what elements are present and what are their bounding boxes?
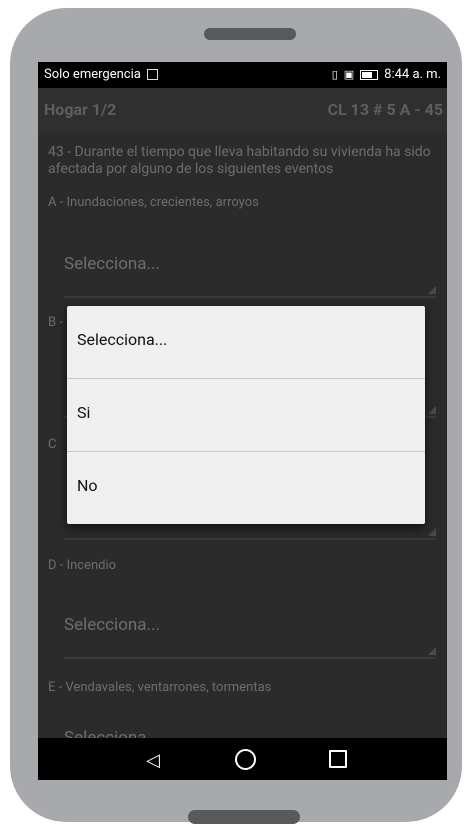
- item-label-d: D - Incendio: [48, 558, 117, 573]
- battery-icon: [360, 69, 379, 80]
- dialog-option-label: Selecciona...: [77, 330, 168, 349]
- question-text: 43 - Durante el tiempo que lleva habitan…: [48, 144, 431, 177]
- navigation-bar: ◁: [38, 738, 447, 780]
- item-label-b: B -: [48, 315, 63, 330]
- vibrate-icon: ▯: [331, 68, 338, 81]
- status-left: Solo emergencia: [44, 67, 158, 82]
- status-right: ▯ ▣ 8:44 a. m.: [332, 67, 441, 82]
- dropdown-corner-icon: [428, 647, 436, 655]
- phone-home-bar: [188, 810, 300, 824]
- dropdown-corner-icon: [428, 286, 436, 294]
- sim-icon: [146, 69, 158, 80]
- item-label-c: C: [48, 437, 57, 452]
- selection-dialog: Selecciona... Si No: [67, 306, 425, 524]
- dialog-option-si[interactable]: Si: [67, 379, 425, 452]
- spinner-a[interactable]: Selecciona...: [64, 238, 436, 298]
- dialog-option-no[interactable]: No: [67, 452, 425, 524]
- app-bar: Hogar 1/2 CL 13 # 5 A - 45: [38, 88, 447, 132]
- item-label-e: E - Vendavales, ventarrones, tormentas: [48, 680, 272, 695]
- spinner-d-value: Selecciona...: [64, 615, 160, 635]
- status-bar: Solo emergencia ▯ ▣ 8:44 a. m.: [38, 62, 447, 88]
- app-address: CL 13 # 5 A - 45: [327, 100, 443, 119]
- app-title: Hogar 1/2: [44, 100, 117, 119]
- item-label-a: A - Inundaciones, crecientes, arroyos: [48, 195, 259, 210]
- carrier-text: Solo emergencia: [44, 67, 141, 82]
- dialog-option-selecciona[interactable]: Selecciona...: [67, 306, 425, 379]
- home-circle-icon[interactable]: [235, 749, 256, 770]
- recent-square-icon[interactable]: [329, 750, 347, 768]
- phone-speaker: [204, 28, 296, 40]
- sd-card-icon: ▣: [343, 68, 355, 81]
- dialog-option-label: No: [77, 476, 98, 495]
- back-triangle-icon[interactable]: ◁: [146, 750, 160, 771]
- spinner-d[interactable]: Selecciona...: [64, 599, 436, 659]
- clock-text: 8:44 a. m.: [384, 67, 441, 82]
- dialog-option-label: Si: [77, 403, 91, 422]
- dropdown-corner-icon: [428, 406, 436, 414]
- spinner-a-value: Selecciona...: [64, 254, 160, 274]
- dropdown-corner-icon: [428, 528, 436, 536]
